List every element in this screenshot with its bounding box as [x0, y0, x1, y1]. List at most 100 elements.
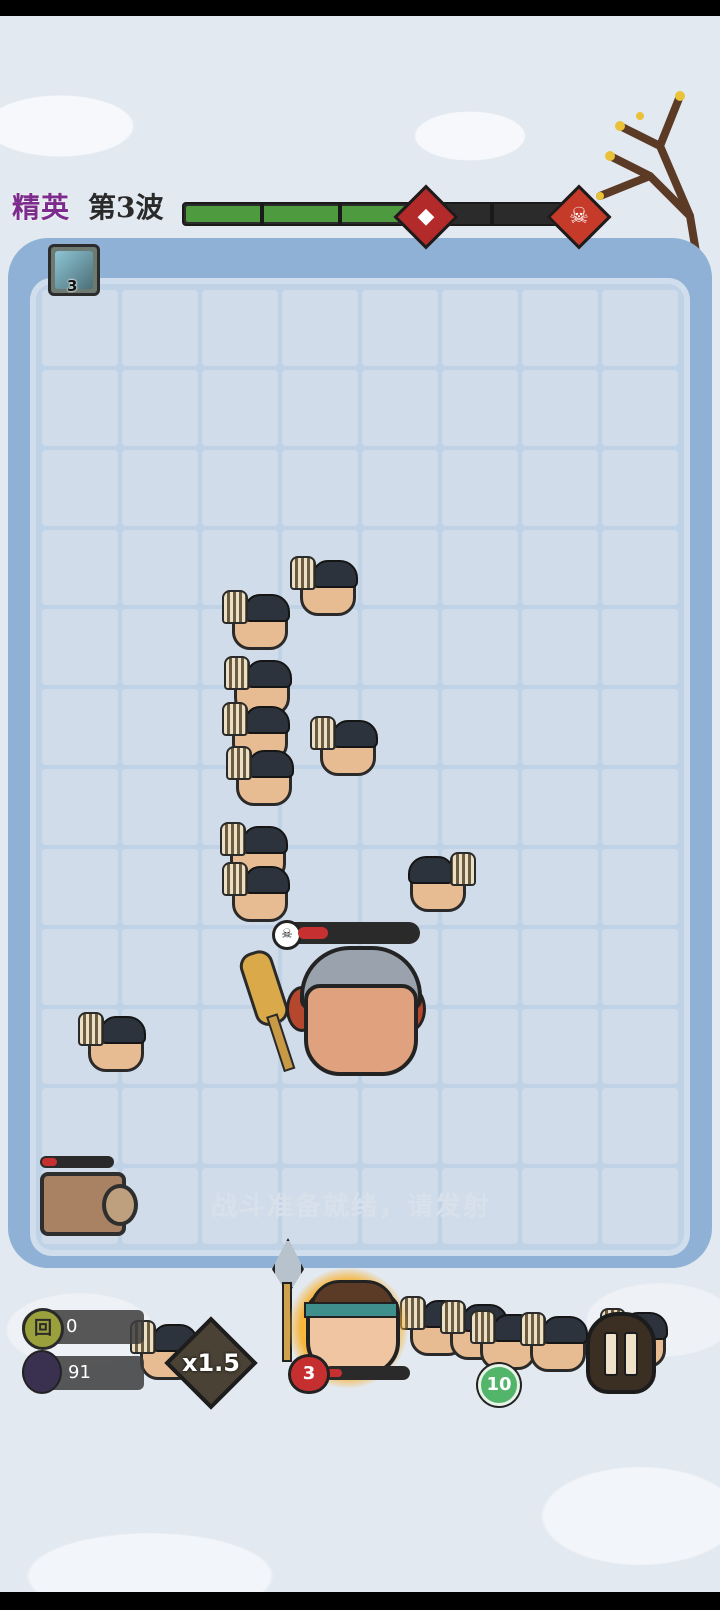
grid-cell [42, 369, 118, 446]
grid-cell [122, 769, 198, 845]
grid-cell [42, 848, 118, 925]
grid-cell [442, 1008, 518, 1085]
grid-cell [362, 1088, 438, 1165]
enemy-head [310, 716, 378, 776]
grid-cell [122, 928, 198, 1005]
grid-cell [362, 769, 438, 845]
speed-label: x1.5 [182, 1349, 240, 1377]
grid-cell [42, 290, 118, 366]
grid-cell [522, 369, 598, 446]
grid-cell [442, 609, 518, 686]
grid-cell [602, 1008, 678, 1085]
progress-divider [490, 204, 494, 224]
claw-icon [78, 1012, 104, 1046]
grid-cell [202, 290, 278, 366]
ammo-counter: 10 [478, 1364, 520, 1406]
grid-cell [442, 529, 518, 606]
grid-cell [522, 928, 598, 1005]
grid-cell [362, 609, 438, 686]
claw-icon [470, 1310, 496, 1344]
grid-cell [282, 290, 358, 366]
headband-icon [304, 1302, 398, 1318]
grid-cell [282, 848, 358, 925]
status-text: 战斗准备就绪，请发射 [210, 1192, 491, 1222]
grid-cell [442, 449, 518, 526]
wave-label: 第3波 [88, 191, 164, 224]
grid-cell [122, 449, 198, 526]
grid-cell [202, 449, 278, 526]
hero-health-bar [324, 1366, 410, 1380]
grid-cell [42, 769, 118, 845]
grid-cell [522, 1088, 598, 1165]
claw-icon [224, 656, 250, 690]
claw-icon [310, 716, 336, 750]
grid-cell [122, 1088, 198, 1165]
grid-cell [442, 369, 518, 446]
grid-cell [602, 369, 678, 446]
grid-cell [602, 769, 678, 845]
grid-cell [202, 1088, 278, 1165]
grid-cell [602, 609, 678, 686]
grid-cell [442, 290, 518, 366]
grid-cell [602, 1088, 678, 1165]
grid-cell [282, 449, 358, 526]
enemy-head [222, 590, 290, 650]
enemy-head [520, 1312, 588, 1372]
grid-cell [602, 529, 678, 606]
kill-value: 91 [68, 1362, 91, 1383]
hero-hp-value: 3 [302, 1363, 316, 1384]
enemy-head [290, 556, 358, 616]
grid-cell [282, 609, 358, 686]
grid-cell [42, 928, 118, 1005]
grid-cell [122, 609, 198, 686]
boss-face [304, 984, 418, 1076]
grid-cell [362, 290, 438, 366]
progress-divider [260, 204, 264, 224]
cart-health-bar [40, 1156, 114, 1168]
grid-cell [122, 848, 198, 925]
grid-cell [362, 529, 438, 606]
enemy-head [222, 862, 290, 922]
grid-cell [602, 689, 678, 765]
grid-cell [122, 290, 198, 366]
coin-icon: 回 [22, 1308, 64, 1350]
grid-cell [122, 369, 198, 446]
claw-icon [440, 1300, 466, 1334]
grid-cell [442, 1088, 518, 1165]
grid-cell [602, 449, 678, 526]
grid-cell [522, 449, 598, 526]
grid-cell [362, 449, 438, 526]
claw-icon [290, 556, 316, 590]
grid-cell [282, 1088, 358, 1165]
claw-icon [222, 862, 248, 896]
boss-health-fill [298, 927, 328, 939]
grid-cell [522, 609, 598, 686]
heart-icon: 3 [288, 1354, 330, 1394]
ninja-icon [22, 1350, 62, 1394]
grid-cell [282, 769, 358, 845]
grid-cell [442, 928, 518, 1005]
claw-icon [222, 702, 248, 736]
claw-icon [222, 590, 248, 624]
grid-cell [42, 609, 118, 686]
buff-slot[interactable]: 3 [48, 244, 100, 296]
grid-cell [442, 689, 518, 765]
grid-cell [522, 689, 598, 765]
grid-cell [522, 848, 598, 925]
grid-cell [122, 529, 198, 606]
pause-button[interactable] [586, 1312, 656, 1394]
difficulty-label: 精英 [12, 191, 71, 224]
enemy-head [226, 746, 294, 806]
claw-icon [226, 746, 252, 780]
coin-value: 0 [66, 1316, 78, 1337]
grid-cell [522, 1008, 598, 1085]
grid-cell [522, 290, 598, 366]
grid-cell [42, 1088, 118, 1165]
cart-health-fill [42, 1158, 57, 1166]
enemy-head [78, 1012, 146, 1072]
grid-cell [42, 449, 118, 526]
grid-cell [522, 529, 598, 606]
wave-progress-bar [182, 202, 590, 226]
grid-cell [602, 928, 678, 1005]
grid-cell [42, 529, 118, 606]
